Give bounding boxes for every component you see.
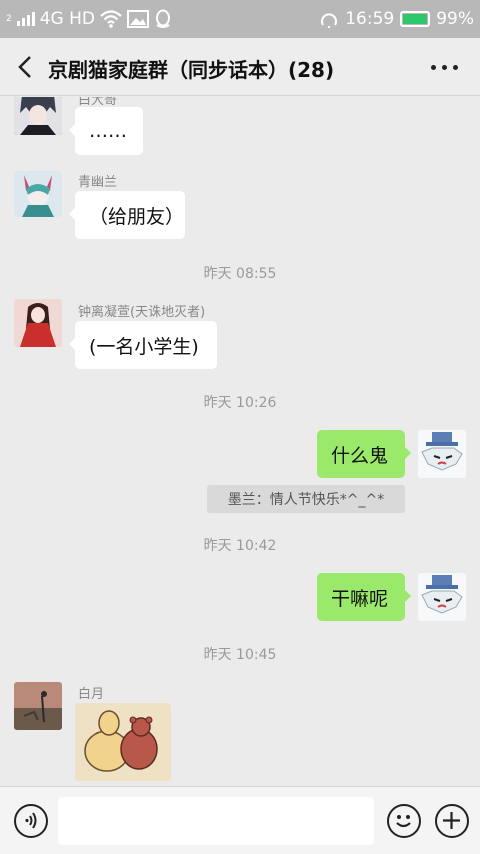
clock-time: 16:59 (345, 9, 395, 29)
wifi-icon (100, 10, 122, 28)
plus-icon[interactable] (435, 804, 469, 838)
message-list[interactable]: 白大哥 …… 青幽兰 （给朋友） 昨天 08:55 钟离凝萱(天诛地灭者) (一… (0, 97, 480, 786)
chat-title: 京剧猫家庭群（同步话本）(28) (48, 58, 335, 82)
battery-icon (400, 11, 431, 27)
sim-slot: 2 (6, 14, 12, 24)
emoji-icon[interactable] (387, 804, 421, 838)
qq-icon (156, 9, 171, 28)
network-type: 4G HD (39, 9, 96, 29)
message-text: 什么鬼 (331, 444, 389, 467)
sticker-image[interactable] (75, 703, 171, 781)
timestamp: 昨天 10:45 (203, 647, 277, 663)
timestamp: 昨天 10:42 (203, 538, 277, 554)
message-bubble[interactable]: …… (69, 107, 143, 155)
message-text: 干嘛呢 (331, 587, 389, 610)
voice-icon[interactable] (14, 804, 48, 838)
alarm-icon (321, 13, 338, 28)
status-bar: 2 4G HD 16:59 99% (0, 0, 480, 38)
back-icon[interactable] (14, 53, 38, 81)
avatar[interactable] (418, 430, 466, 478)
sender-name: 钟离凝萱(天诛地灭者) (78, 305, 206, 320)
gallery-icon (127, 10, 150, 28)
message-bubble[interactable]: (一名小学生) (69, 321, 217, 369)
chat-header: 京剧猫家庭群（同步话本）(28) (0, 38, 480, 96)
message-text: …… (89, 120, 127, 142)
message-input[interactable] (58, 797, 374, 845)
group-notice: 墨兰：情人节快乐*^_^* (207, 485, 405, 513)
sender-name: 青幽兰 (78, 175, 118, 190)
avatar[interactable] (418, 573, 466, 621)
timestamp: 昨天 10:26 (203, 395, 277, 411)
battery-percent: 99% (436, 9, 474, 29)
avatar[interactable] (14, 171, 62, 217)
message-bubble[interactable]: 什么鬼 (317, 430, 411, 478)
message-text: (一名小学生) (89, 335, 199, 358)
message-text: （给朋友） (89, 205, 185, 228)
more-icon[interactable] (431, 65, 458, 70)
message-bubble[interactable]: 干嘛呢 (317, 573, 411, 621)
avatar[interactable] (14, 97, 62, 135)
avatar[interactable] (14, 682, 62, 730)
signal-icon (16, 12, 35, 26)
avatar[interactable] (14, 299, 62, 347)
input-bar (0, 786, 480, 854)
timestamp: 昨天 08:55 (203, 266, 277, 282)
message-bubble[interactable]: （给朋友） (69, 191, 185, 239)
sender-name: 白月 (78, 687, 105, 702)
